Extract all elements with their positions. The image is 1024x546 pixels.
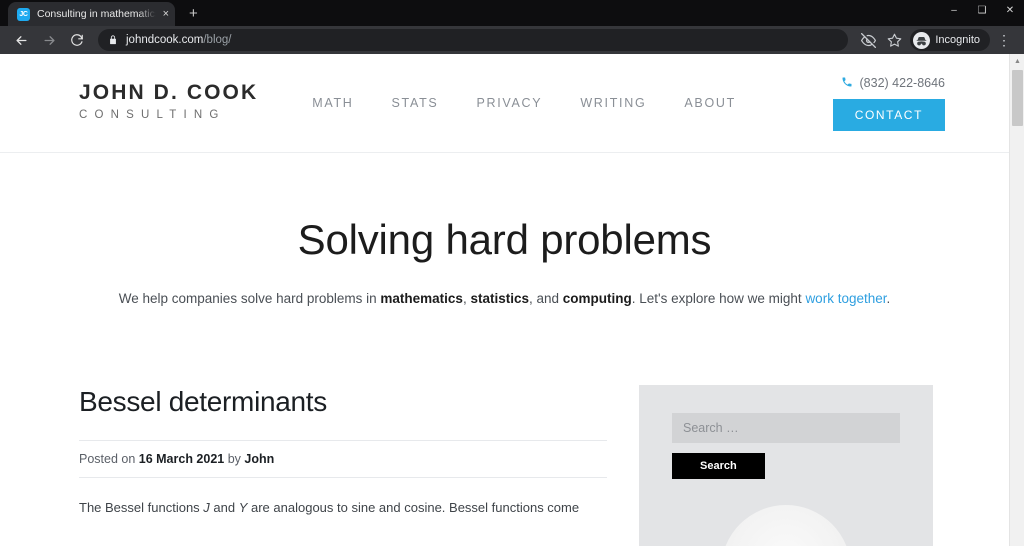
back-icon[interactable] xyxy=(8,28,34,52)
post-title[interactable]: Bessel determinants xyxy=(79,385,607,419)
address-bar[interactable]: johndcook.com/blog/ xyxy=(98,29,849,51)
post-meta-prefix: Posted on xyxy=(79,452,139,467)
close-tab-icon[interactable]: × xyxy=(163,8,169,20)
address-bar-url: johndcook.com/blog/ xyxy=(126,34,232,46)
hero-bold-computing: computing xyxy=(562,291,632,307)
logo-secondary-text: CONSULTING xyxy=(79,109,226,122)
phone-number[interactable]: (832) 422-8646 xyxy=(841,76,945,90)
main-column: Bessel determinants Posted on 16 March 2… xyxy=(79,385,607,546)
hero-text-1: We help companies solve hard problems in xyxy=(118,291,381,307)
body-part-1: The Bessel functions xyxy=(79,500,204,516)
post-date[interactable]: 16 March 2021 xyxy=(139,452,224,466)
web-page: JOHN D. COOK CONSULTING MATH STATS PRIVA… xyxy=(0,54,1009,546)
window-controls: – ❑ ✕ xyxy=(940,0,1024,20)
body-part-3: are analogous to sine and cosine. Bessel… xyxy=(247,500,580,516)
search-button[interactable]: Search xyxy=(672,453,765,480)
content-area: Bessel determinants Posted on 16 March 2… xyxy=(0,309,1009,546)
post-body-text: The Bessel functions J and Y are analogo… xyxy=(79,497,607,518)
nav-item-about[interactable]: ABOUT xyxy=(684,96,736,110)
browser-tab[interactable]: JC Consulting in mathematics, statis × xyxy=(8,2,175,26)
lock-icon xyxy=(108,35,118,45)
phone-icon xyxy=(841,76,853,90)
header-contact-block: (832) 422-8646 CONTACT xyxy=(832,76,945,131)
browser-toolbar: johndcook.com/blog/ Incognito ⋮ xyxy=(0,26,1024,54)
page-scrollbar[interactable]: ▲ xyxy=(1009,54,1024,546)
author-photo xyxy=(721,505,851,546)
search-input[interactable] xyxy=(672,413,900,444)
nav-item-writing[interactable]: WRITING xyxy=(580,96,646,110)
page-title: Solving hard problems xyxy=(297,216,712,263)
hero-text-3: , and xyxy=(528,291,563,307)
contact-button[interactable]: CONTACT xyxy=(832,98,945,131)
browser-title-bar: JC Consulting in mathematics, statis × +… xyxy=(0,0,1024,26)
post-author[interactable]: John xyxy=(244,452,274,466)
close-window-icon[interactable]: ✕ xyxy=(996,0,1024,20)
browser-window: JC Consulting in mathematics, statis × +… xyxy=(0,0,1024,546)
eye-off-icon[interactable] xyxy=(856,28,880,52)
reload-icon[interactable] xyxy=(64,28,90,52)
hero-subtitle: We help companies solve hard problems in… xyxy=(0,289,1009,309)
hero-section: Solving hard problems We help companies … xyxy=(0,153,1009,309)
toolbar-right-actions: Incognito ⋮ xyxy=(856,28,1016,52)
page-viewport: JOHN D. COOK CONSULTING MATH STATS PRIVA… xyxy=(0,54,1024,546)
nav-item-stats[interactable]: STATS xyxy=(392,96,439,110)
tab-title: Consulting in mathematics, statis xyxy=(37,8,156,20)
tab-strip: JC Consulting in mathematics, statis × + xyxy=(0,0,198,26)
url-path: /blog/ xyxy=(203,34,232,46)
site-favicon-jc-icon: JC xyxy=(17,7,30,21)
url-domain: johndcook.com xyxy=(126,34,204,46)
work-together-link[interactable]: work together xyxy=(805,291,886,306)
phone-number-text: (832) 422-8646 xyxy=(859,75,945,90)
site-header: JOHN D. COOK CONSULTING MATH STATS PRIVA… xyxy=(0,54,1009,153)
incognito-icon xyxy=(913,31,931,49)
minimize-window-icon[interactable]: – xyxy=(940,0,968,20)
scroll-up-icon[interactable]: ▲ xyxy=(1010,54,1024,69)
incognito-indicator[interactable]: Incognito xyxy=(910,29,990,51)
site-logo[interactable]: JOHN D. COOK CONSULTING xyxy=(79,81,258,124)
post-meta-container: Posted on 16 March 2021 by John xyxy=(79,440,607,479)
bookmark-star-icon[interactable] xyxy=(882,28,906,52)
incognito-label: Incognito xyxy=(935,34,980,46)
forward-icon[interactable] xyxy=(36,28,62,52)
post-meta: Posted on 16 March 2021 by John xyxy=(79,452,607,466)
nav-item-privacy[interactable]: PRIVACY xyxy=(476,96,542,110)
post-meta-by: by xyxy=(224,452,245,467)
logo-primary-text: JOHN D. COOK xyxy=(79,81,259,105)
maximize-window-icon[interactable]: ❑ xyxy=(968,0,996,20)
sidebar: Search xyxy=(639,385,933,546)
nav-item-math[interactable]: MATH xyxy=(312,96,353,110)
body-part-2: and xyxy=(209,500,239,516)
new-tab-icon[interactable]: + xyxy=(189,6,198,21)
hero-bold-statistics: statistics xyxy=(470,291,529,307)
browser-menu-icon[interactable]: ⋮ xyxy=(992,28,1016,52)
hero-bold-mathematics: mathematics xyxy=(380,291,463,307)
scrollbar-thumb[interactable] xyxy=(1012,70,1023,126)
site-navigation: MATH STATS PRIVACY WRITING ABOUT xyxy=(312,96,736,110)
hero-text-4: . Let's explore how we might xyxy=(631,291,806,307)
hero-text-5: . xyxy=(886,291,891,307)
